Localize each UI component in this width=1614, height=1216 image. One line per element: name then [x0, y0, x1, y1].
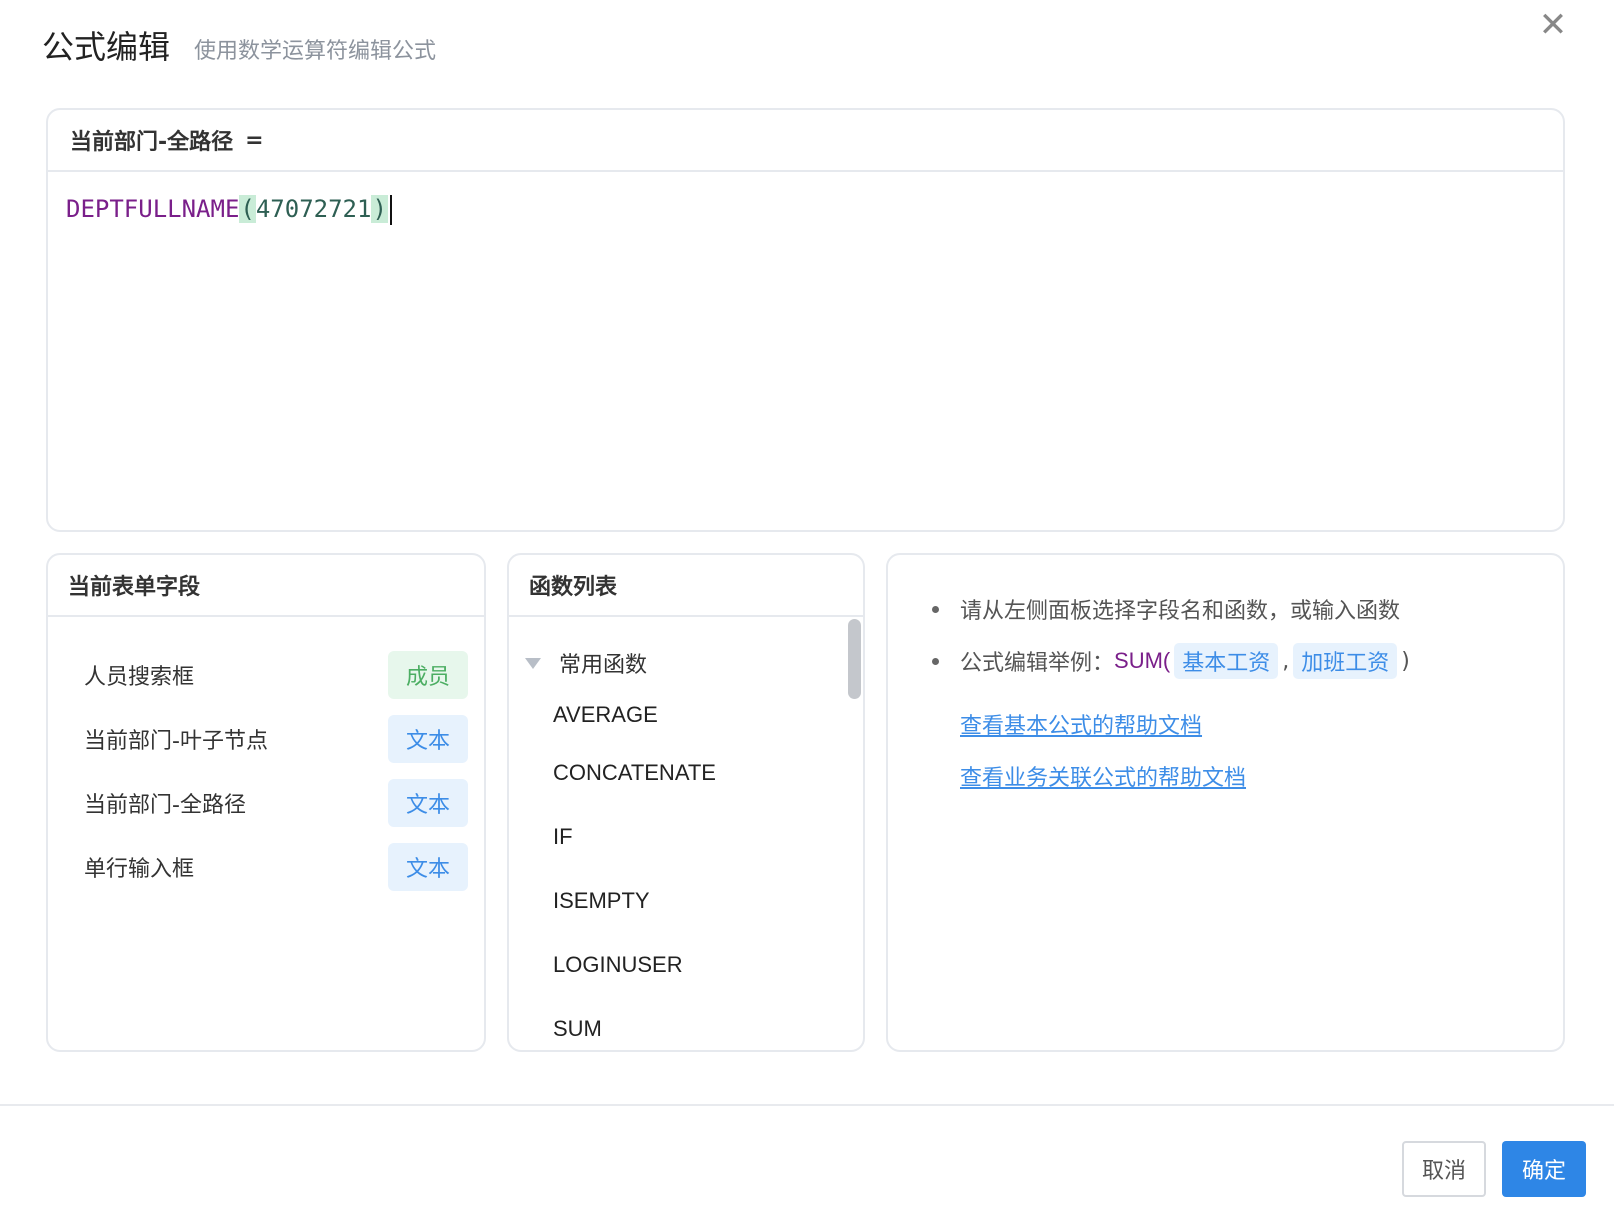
function-item[interactable]: CONCATENATE [509, 741, 863, 805]
help-example: 公式编辑举例： SUM( 基本工资 , 加班工资 ) [928, 635, 1563, 687]
scrollbar-thumb[interactable] [848, 619, 861, 699]
field-type-badge: 文本 [388, 715, 468, 763]
text-cursor [389, 195, 392, 225]
functions-panel-title: 函数列表 [509, 555, 863, 617]
formula-editor[interactable]: 当前部门-全路径 = DEPTFULLNAME(47072721) [46, 108, 1565, 532]
example-separator: , [1282, 648, 1290, 674]
formula-code[interactable]: DEPTFULLNAME(47072721) [66, 192, 1545, 226]
formula-argument: 47072721 [255, 195, 372, 223]
formula-input[interactable]: DEPTFULLNAME(47072721) [48, 172, 1563, 246]
field-item[interactable]: 当前部门-叶子节点 文本 [48, 707, 484, 771]
function-group-toggle[interactable]: 常用函数 [509, 637, 863, 689]
dialog-subtitle: 使用数学运算符编辑公式 [194, 39, 437, 64]
field-type-badge: 文本 [388, 779, 468, 827]
function-item[interactable]: ISEMPTY [509, 869, 863, 933]
dialog-footer: 取消 确定 [0, 1104, 1614, 1216]
field-name: 人员搜索框 [84, 665, 195, 690]
confirm-button[interactable]: 确定 [1502, 1141, 1586, 1197]
field-item[interactable]: 当前部门-全路径 文本 [48, 771, 484, 835]
caret-down-icon [525, 657, 541, 669]
help-links: 查看基本公式的帮助文档 查看业务关联公式的帮助文档 [888, 687, 1563, 805]
fields-panel: 当前表单字段 人员搜索框 成员 当前部门-叶子节点 文本 当前部门-全路径 文本… [46, 553, 486, 1052]
field-type-badge: 成员 [388, 651, 468, 699]
dialog-header: 公式编辑 使用数学运算符编辑公式 [42, 22, 436, 66]
functions-panel: 函数列表 常用函数 AVERAGE CONCATENATE IF ISEMPTY… [507, 553, 865, 1052]
equals-sign: = [245, 127, 264, 153]
field-name: 当前部门-叶子节点 [84, 729, 268, 754]
fields-panel-title: 当前表单字段 [48, 555, 484, 617]
formula-open-paren: ( [239, 195, 256, 223]
field-item[interactable]: 单行输入框 文本 [48, 835, 484, 899]
business-formula-doc-link[interactable]: 查看业务关联公式的帮助文档 [960, 753, 1563, 805]
field-name: 当前部门-全路径 [84, 793, 246, 818]
field-name: 单行输入框 [84, 857, 195, 882]
example-arg-chip: 基本工资 [1174, 643, 1279, 679]
field-list: 人员搜索框 成员 当前部门-叶子节点 文本 当前部门-全路径 文本 单行输入框 … [48, 617, 484, 899]
field-item[interactable]: 人员搜索框 成员 [48, 643, 484, 707]
dialog-title: 公式编辑 [42, 28, 171, 66]
function-item[interactable]: SUM [509, 997, 863, 1050]
example-arg-chip: 加班工资 [1293, 643, 1398, 679]
example-label: 公式编辑举例： [960, 651, 1115, 676]
help-tip-text: 请从左侧面板选择字段名和函数，或输入函数 [960, 599, 1401, 624]
formula-function: DEPTFULLNAME [66, 195, 240, 223]
target-field-label: 当前部门-全路径 [70, 130, 234, 155]
function-item[interactable]: LOGINUSER [509, 933, 863, 997]
example-function: SUM( [1114, 648, 1171, 673]
cancel-button[interactable]: 取消 [1402, 1141, 1486, 1197]
example-close-paren: ) [1401, 648, 1410, 674]
function-group-label: 常用函数 [559, 653, 648, 678]
function-item[interactable]: IF [509, 805, 863, 869]
help-tip: 请从左侧面板选择字段名和函数，或输入函数 [928, 583, 1563, 635]
function-list[interactable]: 常用函数 AVERAGE CONCATENATE IF ISEMPTY LOGI… [509, 617, 863, 1050]
editor-header: 当前部门-全路径 = [48, 110, 1563, 172]
function-item[interactable]: AVERAGE [509, 689, 863, 741]
close-icon[interactable]: ✕ [1534, 6, 1572, 44]
help-panel: 请从左侧面板选择字段名和函数，或输入函数 公式编辑举例： SUM( 基本工资 ,… [886, 553, 1565, 1052]
basic-formula-doc-link[interactable]: 查看基本公式的帮助文档 [960, 701, 1563, 753]
formula-close-paren: ) [371, 195, 388, 223]
help-list: 请从左侧面板选择字段名和函数，或输入函数 公式编辑举例： SUM( 基本工资 ,… [888, 555, 1563, 687]
field-type-badge: 文本 [388, 843, 468, 891]
